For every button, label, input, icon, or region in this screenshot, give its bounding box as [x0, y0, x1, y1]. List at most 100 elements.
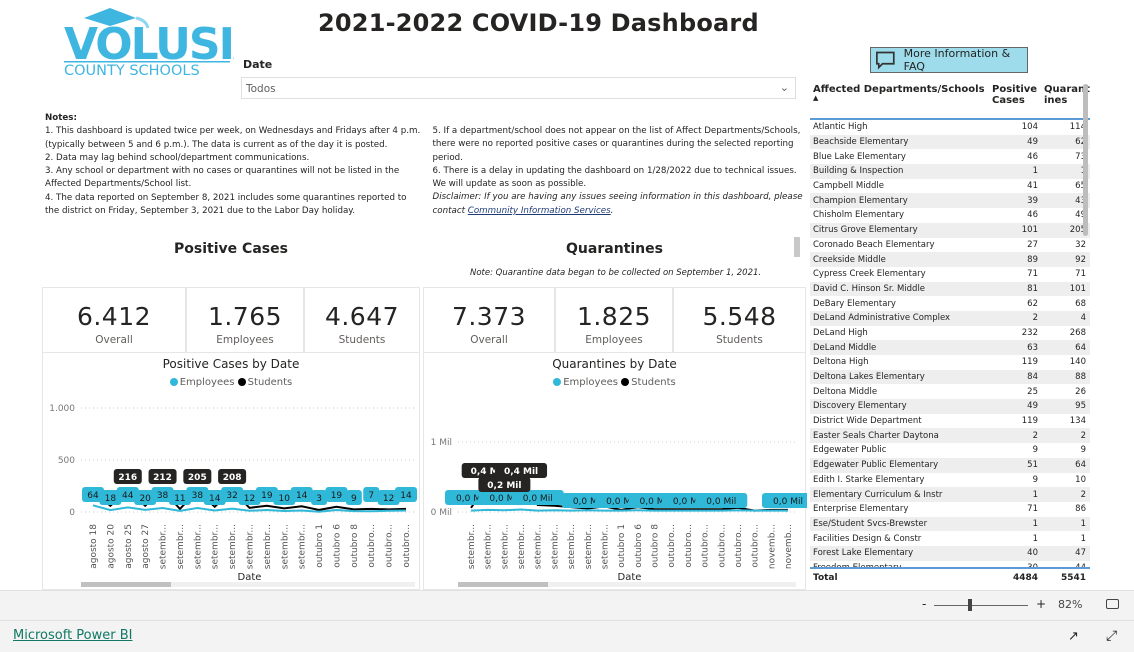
faq-button[interactable]: More Information & FAQ	[870, 47, 1028, 73]
zoom-in-button[interactable]: +	[1036, 597, 1046, 611]
note-6: 6. There is a delay in updating the dash…	[432, 165, 797, 190]
table-row[interactable]: Elementary Curriculum & Instr 1 2	[810, 487, 1090, 502]
table-row[interactable]: Easter Seals Charter Daytona 2 2	[810, 428, 1090, 444]
school-name: Creekside Middle	[813, 254, 886, 265]
positive-cases: 81	[1027, 283, 1038, 294]
chart-scrollbar-thumb[interactable]	[458, 582, 548, 587]
positive-cases: 62	[1027, 298, 1038, 309]
x-tick-label: outubro...	[667, 524, 677, 568]
positive-cases: 71	[1027, 504, 1038, 515]
table-row[interactable]: Forest Lake Elementary 40 47	[810, 545, 1090, 561]
community-info-link[interactable]: Community Information Services	[468, 206, 611, 216]
share-icon[interactable]: ↗	[1068, 629, 1079, 644]
table-row[interactable]: Edith I. Starke Elementary 9 10	[810, 473, 1090, 488]
table-row[interactable]: Cypress Creek Elementary 71 71	[810, 267, 1090, 282]
table-row[interactable]: Atlantic High 104 114	[810, 120, 1090, 135]
svg-text:COUNTY SCHOOLS: COUNTY SCHOOLS	[64, 63, 200, 76]
x-axis-title: Date	[238, 572, 262, 583]
table-row[interactable]: Freedom Elementary 30 44	[810, 561, 1090, 567]
x-tick-label: setembr...	[298, 524, 308, 569]
table-row[interactable]: Deltona Lakes Elementary 84 88	[810, 369, 1090, 385]
fullscreen-icon[interactable]: ⤢	[1106, 628, 1117, 644]
table-row[interactable]: DeLand Administrative Complex 2 4	[810, 310, 1090, 326]
table-row[interactable]: Edgewater Public Elementary 51 64	[810, 457, 1090, 473]
quarantine-note: Note: Quarantine data began to be collec…	[470, 268, 762, 278]
power-bi-link[interactable]: Microsoft Power BI	[13, 628, 132, 643]
table-row[interactable]: Campbell Middle 41 65	[810, 179, 1090, 194]
zoom-out-button[interactable]: -	[922, 597, 926, 611]
fit-to-page-icon[interactable]	[1106, 599, 1119, 609]
quarantines: 71	[1075, 269, 1086, 280]
table-row[interactable]: Edgewater Public 9 9	[810, 443, 1090, 458]
positive-cases: 71	[1027, 269, 1038, 280]
positive-cases: 27	[1027, 239, 1038, 250]
date-dropdown[interactable]: Todos ⌄	[241, 77, 796, 99]
x-tick-label: outubro 6	[332, 524, 342, 568]
table-row[interactable]: Deltona High 119 140	[810, 355, 1090, 370]
table-row[interactable]: Building & Inspection11	[810, 164, 1090, 179]
kpi-quarantine-students: 5.548 Students	[673, 287, 806, 353]
quarantines: 88	[1075, 372, 1086, 383]
table-row[interactable]: Coronado Beach Elementary 27 32	[810, 238, 1090, 253]
positive-cases: 119	[1021, 416, 1038, 427]
x-tick-label: outubro...	[701, 524, 711, 568]
data-label-employees: 12	[244, 494, 255, 504]
data-label-employees: 19	[331, 491, 343, 501]
quarantines: 2	[1080, 430, 1086, 441]
note-3: 3. Any school or department with no case…	[45, 166, 400, 190]
table-row[interactable]: DeLand High 232 268	[810, 326, 1090, 341]
data-label-employees: 14	[400, 491, 412, 501]
school-name: Discovery Elementary	[813, 401, 907, 412]
table-row[interactable]: Enterprise Elementary 71 86	[810, 502, 1090, 517]
col-header-positive[interactable]: Positive Cases	[992, 84, 1044, 118]
chart-scrollbar-thumb[interactable]	[81, 582, 171, 587]
table-row[interactable]: Champion Elementary 39 43	[810, 193, 1090, 209]
data-label-employees: 14	[209, 494, 221, 504]
x-tick-label: setembr...	[567, 524, 577, 569]
positive-cases: 2	[1032, 430, 1038, 441]
school-name: Enterprise Elementary	[813, 504, 909, 515]
table-row[interactable]: Beachside Elementary 49 62	[810, 134, 1090, 150]
quarantines: 1	[1080, 518, 1086, 529]
data-label-students: 212	[153, 473, 172, 483]
x-tick-label: setembr...	[280, 524, 290, 569]
zoom-slider[interactable]	[934, 605, 1028, 606]
kpi-positive-students: 4.647 Students	[304, 287, 420, 353]
x-tick-label: agosto 18	[89, 524, 99, 569]
table-row[interactable]: DeLand Middle 63 64	[810, 340, 1090, 355]
school-name: Easter Seals Charter Daytona	[813, 430, 939, 441]
school-name: Elementary Curriculum & Instr	[813, 489, 943, 500]
positive-cases: 49	[1027, 401, 1038, 412]
school-name: Champion Elementary	[813, 195, 908, 206]
table-row[interactable]: David C. Hinson Sr. Middle 81 101	[810, 281, 1090, 297]
x-tick-label: setembr...	[228, 524, 238, 569]
school-name: Chisholm Elementary	[813, 210, 904, 221]
table-row[interactable]: Facilities Design & Constr 1 1	[810, 531, 1090, 546]
school-name: Blue Lake Elementary	[813, 151, 906, 162]
data-label-employees: 3	[316, 494, 322, 504]
school-name: Facilities Design & Constr	[813, 533, 922, 544]
table-scrollbar[interactable]	[1083, 84, 1088, 236]
table-row[interactable]: Chisholm Elementary 46 49	[810, 208, 1090, 223]
zoom-slider-handle[interactable]	[968, 599, 972, 611]
school-name: Edgewater Public Elementary	[813, 460, 939, 471]
table-row[interactable]: Citrus Grove Elementary 101 205	[810, 222, 1090, 238]
table-row[interactable]: Deltona Middle 25 26	[810, 384, 1090, 399]
data-label-students: 205	[188, 473, 207, 483]
table-row[interactable]: Blue Lake Elementary 46 73	[810, 149, 1090, 164]
col-header-school[interactable]: Affected Departments/Schools ▲	[810, 84, 992, 118]
sort-asc-icon: ▲	[813, 94, 819, 102]
x-tick-label: outubro...	[717, 524, 727, 568]
table-row[interactable]: District Wide Department 119 134	[810, 414, 1090, 429]
y-tick-label: 0 Mil	[431, 508, 452, 518]
positive-cases: 63	[1027, 342, 1038, 353]
data-label-employees: 38	[192, 491, 204, 501]
table-row[interactable]: Ese/Student Svcs-Brewster 1 1	[810, 516, 1090, 532]
table-body: Atlantic High 104 114 Beachside Elementary 4…	[810, 120, 1090, 569]
table-row[interactable]: Discovery Elementary 49 95	[810, 399, 1090, 414]
table-row[interactable]: Creekside Middle 89 92	[810, 252, 1090, 267]
table-row[interactable]: DeBary Elementary 62 68	[810, 296, 1090, 311]
note-5: 5. If a department/school does not appea…	[432, 126, 801, 163]
note-4: 4. The data reported on September 8, 202…	[45, 192, 407, 217]
date-filter-label: Date	[243, 58, 273, 71]
